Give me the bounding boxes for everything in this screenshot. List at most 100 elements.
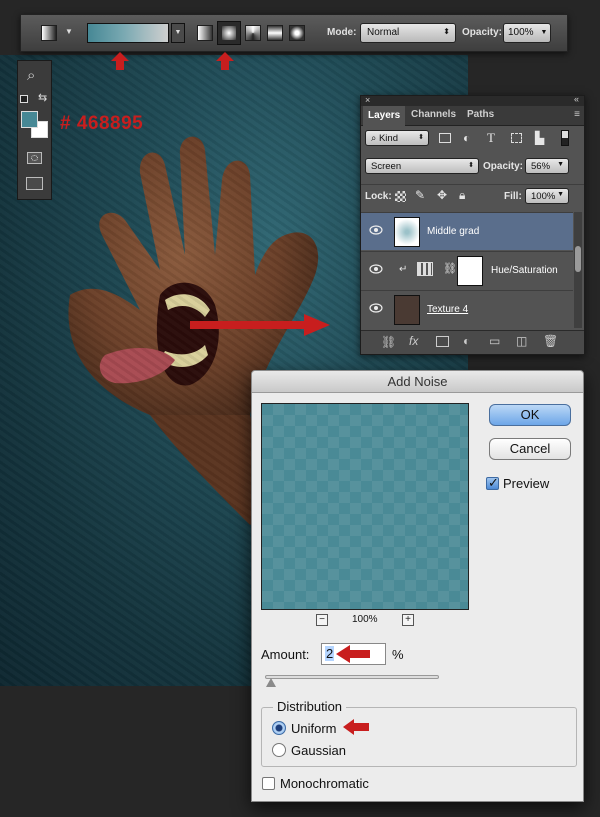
search-icon: ⌕ [371, 133, 379, 144]
options-bar: ▼ ▼ Mode: Normal ⬍ Opacity: 100% ▼ [20, 14, 568, 52]
monochromatic-checkbox[interactable] [262, 777, 275, 790]
layer-row-hue-saturation[interactable]: ↵ ⛓︎ Hue/Saturation [361, 251, 573, 289]
filter-toggle-icon[interactable] [561, 130, 569, 146]
zoom-in-button[interactable]: + [402, 614, 414, 626]
fill-label: Fill: [504, 191, 522, 202]
amount-slider-track[interactable] [265, 675, 439, 679]
screen-mode-icon[interactable] [26, 177, 43, 190]
opacity-value: 100% [508, 27, 534, 38]
layer-name: Middle grad [427, 226, 480, 237]
linear-gradient-icon[interactable] [197, 25, 213, 41]
zoom-tool-icon[interactable]: ⌕ [27, 67, 35, 84]
select-caret-icon: ⬍ [468, 162, 474, 169]
filter-pixel-icon[interactable] [439, 133, 451, 143]
fx-icon[interactable]: fx [409, 334, 418, 348]
layer-thumbnail [394, 217, 420, 247]
distribution-label: Distribution [273, 699, 347, 714]
lock-paint-icon[interactable]: ✎ [415, 188, 425, 202]
trash-icon[interactable]: 🗑︎ [543, 334, 558, 348]
tab-paths[interactable]: Paths [467, 109, 494, 120]
lock-transparency-icon[interactable] [395, 191, 406, 202]
mode-select[interactable]: Normal ⬍ [360, 23, 456, 43]
filter-shape-icon[interactable] [511, 133, 522, 143]
mode-label: Mode: [327, 27, 357, 38]
visibility-eye-icon[interactable] [369, 225, 383, 235]
swap-colors-icon[interactable]: ⇆ [38, 91, 47, 104]
amount-value: 2 [325, 646, 335, 661]
select-caret-icon: ⬍ [418, 134, 424, 141]
gaussian-label: Gaussian [291, 743, 346, 758]
zoom-value: 100% [352, 614, 378, 625]
blend-row: Screen ⬍ Opacity: 56% ▼ [361, 156, 584, 180]
adjustment-layer-icon [417, 262, 433, 276]
fill-field[interactable]: 100% ▼ [525, 188, 569, 204]
filter-kind-value: Kind [378, 133, 398, 144]
ok-button[interactable]: OK [489, 404, 571, 426]
amount-unit: % [392, 647, 404, 662]
cancel-button[interactable]: Cancel [489, 438, 571, 460]
new-group-icon[interactable]: ▭ [489, 334, 500, 348]
lock-all-icon[interactable]: 🔒︎ [459, 188, 465, 203]
close-icon[interactable]: × [365, 95, 370, 105]
radial-gradient-icon[interactable] [217, 21, 241, 45]
red-arrow-right-icon [190, 314, 330, 336]
filter-adjustment-icon[interactable]: ◐ [463, 131, 470, 145]
new-adjustment-icon[interactable]: ◐ [463, 334, 470, 348]
layers-panel: × « Layers Channels Paths ≡ ⌕ Kind ⬍ ◐ T … [360, 94, 585, 355]
amount-slider-thumb[interactable] [266, 678, 276, 687]
dialog-title[interactable]: Add Noise [252, 371, 583, 393]
layer-row-middle-grad[interactable]: Middle grad [361, 212, 573, 250]
panel-header-bar: × « [361, 94, 584, 106]
quick-mask-icon[interactable] [27, 152, 42, 164]
red-arrow-up-icon [111, 52, 129, 70]
zoom-out-button[interactable]: − [316, 614, 328, 626]
lock-label: Lock: [365, 191, 392, 202]
chevron-down-icon[interactable]: ▼ [557, 191, 564, 198]
blend-mode-select[interactable]: Screen ⬍ [365, 158, 479, 174]
angle-gradient-icon[interactable] [245, 25, 261, 41]
visibility-eye-icon[interactable] [369, 264, 383, 274]
gaussian-radio[interactable] [272, 743, 286, 757]
reflected-gradient-icon[interactable] [267, 25, 283, 41]
add-mask-icon[interactable] [436, 336, 449, 347]
fill-value: 100% [531, 191, 556, 202]
foreground-color-swatch[interactable] [21, 111, 38, 128]
layer-opacity-label: Opacity: [483, 161, 524, 172]
chevron-down-icon[interactable]: ▼ [65, 27, 73, 36]
layer-opacity-field[interactable]: 56% ▼ [525, 158, 569, 174]
opacity-chevron-icon[interactable]: ▼ [537, 24, 551, 42]
tab-channels[interactable]: Channels [411, 109, 456, 120]
link-layers-icon[interactable]: ⛓︎ [381, 335, 396, 349]
layer-mask-thumbnail [457, 256, 483, 286]
new-layer-icon[interactable]: ◫ [516, 334, 527, 348]
filter-kind-select[interactable]: ⌕ Kind ⬍ [365, 130, 429, 146]
gradient-picker[interactable] [87, 23, 169, 43]
gradient-tool-preset-icon[interactable] [41, 25, 57, 41]
red-arrow-up-icon [216, 52, 234, 70]
collapse-icon[interactable]: « [574, 94, 579, 104]
link-chain-icon: ⛓︎ [443, 263, 457, 275]
layers-scrollbar[interactable] [574, 212, 582, 328]
filter-type-icon[interactable]: T [487, 130, 495, 146]
uniform-radio[interactable] [272, 721, 286, 735]
panel-tabs: Layers Channels Paths ≡ [361, 106, 584, 126]
red-arrow-left-icon [343, 719, 369, 735]
layer-name: Texture 4 [427, 304, 469, 315]
gradient-picker-chevron-icon[interactable]: ▼ [171, 23, 185, 43]
monochromatic-label: Monochromatic [280, 776, 369, 791]
tab-layers[interactable]: Layers [363, 106, 406, 126]
chevron-down-icon[interactable]: ▼ [557, 161, 564, 168]
preview-label: Preview [503, 476, 550, 491]
diamond-gradient-icon[interactable] [289, 25, 305, 41]
filter-preview[interactable] [261, 403, 469, 610]
visibility-eye-icon[interactable] [369, 303, 383, 313]
panel-menu-icon[interactable]: ≡ [574, 109, 580, 120]
preview-checkbox[interactable] [486, 475, 499, 491]
filter-smart-object-icon[interactable]: ▙ [535, 131, 544, 145]
lock-move-icon[interactable]: ✥ [437, 188, 447, 202]
layer-row-texture-4[interactable]: Texture 4 [361, 290, 573, 328]
default-colors-icon[interactable] [20, 95, 28, 103]
uniform-label: Uniform [291, 721, 337, 736]
mode-value: Normal [367, 27, 400, 38]
clipping-arrow-icon: ↵ [399, 264, 408, 275]
